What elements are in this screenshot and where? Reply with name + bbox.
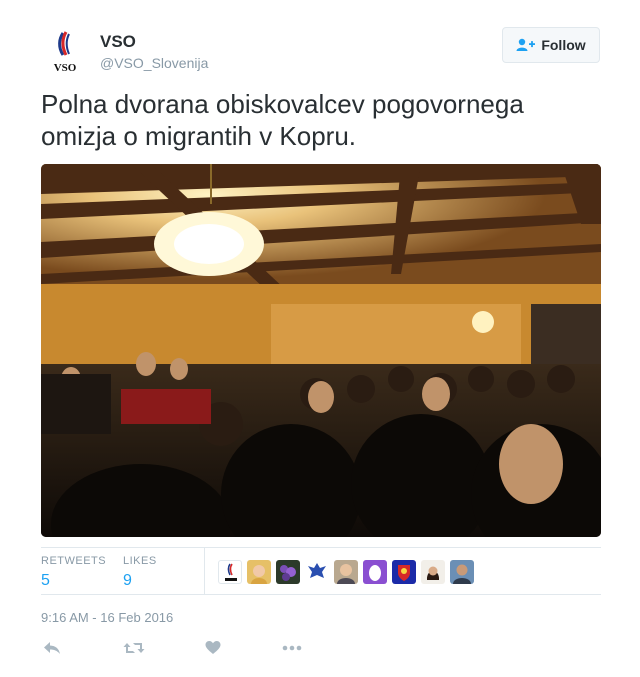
likes-label: LIKES bbox=[123, 555, 157, 567]
follow-label: Follow bbox=[541, 37, 586, 53]
tweet-timestamp[interactable]: 9:16 AM - 16 Feb 2016 bbox=[41, 610, 173, 625]
likes-count: 9 bbox=[123, 572, 132, 589]
blonde-woman-avatar[interactable] bbox=[247, 560, 271, 584]
man-portrait-avatar[interactable] bbox=[450, 560, 474, 584]
tweet-card: VSO VSO @VSO_Slovenija Follow Polna dvor… bbox=[0, 0, 640, 677]
follow-user-icon bbox=[516, 38, 536, 51]
heart-icon bbox=[205, 641, 221, 654]
profile-avatar[interactable]: VSO bbox=[41, 27, 89, 75]
retweet-icon bbox=[123, 643, 145, 653]
tweet-photo[interactable] bbox=[41, 164, 601, 537]
follow-button[interactable]: Follow bbox=[502, 27, 600, 63]
stats-top-divider bbox=[41, 547, 601, 548]
retweets-count: 5 bbox=[41, 572, 50, 589]
stats-bottom-divider bbox=[41, 594, 601, 595]
author-name[interactable]: VSO bbox=[100, 32, 136, 52]
reply-button[interactable] bbox=[43, 640, 61, 661]
stats-separator bbox=[204, 548, 205, 594]
likes-stat[interactable]: LIKES 9 bbox=[123, 555, 157, 590]
retweets-label: RETWEETS bbox=[41, 555, 107, 567]
more-icon bbox=[282, 645, 302, 651]
vso-logo-avatar[interactable] bbox=[218, 560, 242, 584]
retweet-button[interactable] bbox=[123, 640, 145, 661]
more-button[interactable] bbox=[281, 640, 303, 661]
woman-portrait-avatar[interactable] bbox=[334, 560, 358, 584]
purple-flowers-avatar[interactable] bbox=[276, 560, 300, 584]
like-button[interactable] bbox=[205, 640, 221, 661]
dark-hair-woman-avatar[interactable] bbox=[421, 560, 445, 584]
coat-of-arms-avatar[interactable] bbox=[392, 560, 416, 584]
likers-avatars bbox=[218, 560, 474, 584]
tweet-text: Polna dvorana obiskovalcev pogovornega o… bbox=[41, 89, 524, 151]
meeting-hall-photo bbox=[41, 164, 601, 537]
vso-logo-icon: VSO bbox=[54, 31, 77, 74]
eagle-emblem-avatar[interactable] bbox=[305, 560, 329, 584]
svg-text:VSO: VSO bbox=[54, 62, 77, 74]
purple-egg-avatar[interactable] bbox=[363, 560, 387, 584]
reply-icon bbox=[44, 642, 60, 654]
author-handle[interactable]: @VSO_Slovenija bbox=[100, 55, 208, 71]
retweets-stat[interactable]: RETWEETS 5 bbox=[41, 555, 106, 590]
